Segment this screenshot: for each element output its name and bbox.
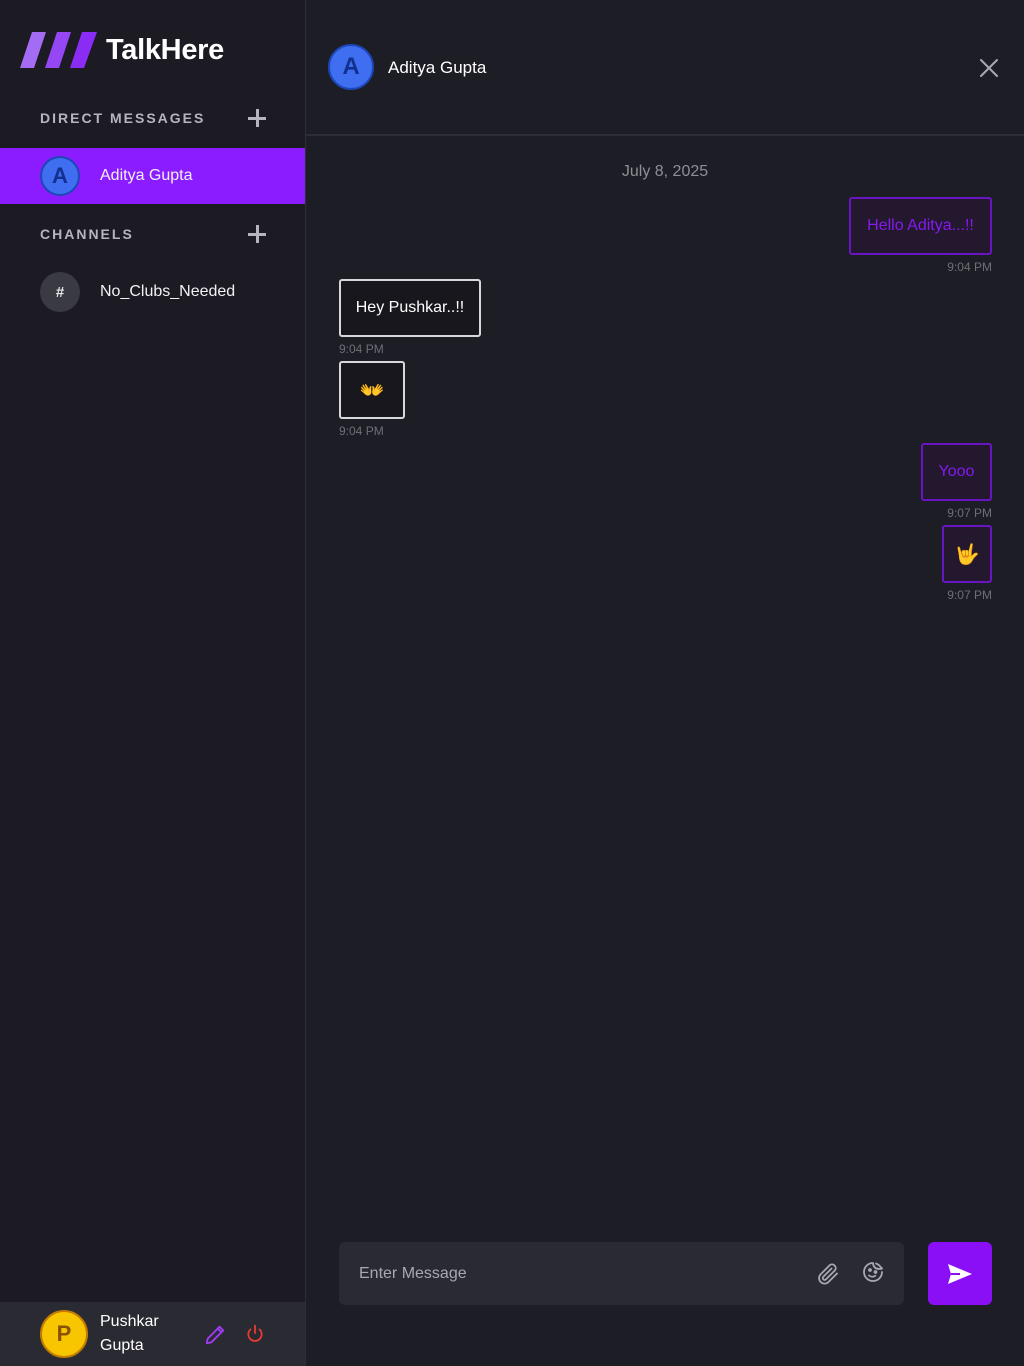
message-time: 9:04 PM: [947, 260, 992, 274]
sticker-icon[interactable]: [861, 1260, 885, 1284]
contact-avatar: A: [40, 156, 80, 196]
message-time: 9:07 PM: [947, 506, 992, 520]
send-icon: [948, 1263, 972, 1284]
sidebar-item-aditya-gupta[interactable]: A Aditya Gupta: [0, 148, 305, 204]
message-time: 9:04 PM: [339, 342, 384, 356]
power-icon[interactable]: [245, 1324, 265, 1344]
user-avatar: P: [40, 1310, 88, 1358]
message-bubble-received: Hey Pushkar..!!: [339, 279, 481, 337]
message-time: 9:04 PM: [339, 424, 384, 438]
channel-hash-icon: #: [40, 272, 80, 312]
message-bubble-sent: Hello Aditya...!!: [849, 197, 992, 255]
message-input[interactable]: [339, 1242, 799, 1305]
chat-contact-name: Aditya Gupta: [388, 58, 487, 77]
date-separator: July 8, 2025: [621, 163, 709, 180]
sidebar-item-no-clubs-needed[interactable]: # No_Clubs_Needed: [0, 264, 305, 320]
send-button[interactable]: [928, 1242, 992, 1305]
add-channel-plus-icon[interactable]: [248, 225, 266, 243]
user-name: Pushkar Gupta: [100, 1313, 159, 1354]
message-bubble-sent: Yooo: [921, 443, 992, 501]
chat-contact-avatar: A: [328, 44, 374, 90]
brand-logo-icon: [20, 32, 97, 68]
message-bubble-received: 👐: [339, 361, 405, 419]
brand: TalkHere: [20, 30, 224, 70]
direct-messages-header: DIRECT MESSAGES: [40, 106, 266, 130]
message-composer: [339, 1242, 904, 1305]
paperclip-icon[interactable]: [816, 1262, 840, 1286]
sidebar-item-label: No_Clubs_Needed: [100, 283, 236, 300]
pencil-icon[interactable]: [204, 1324, 226, 1346]
message-bubble-sent: 🤟: [942, 525, 992, 583]
channels-title: CHANNELS: [40, 226, 134, 242]
channels-header: CHANNELS: [40, 222, 266, 246]
add-direct-message-plus-icon[interactable]: [248, 109, 266, 127]
sidebar: TalkHere DIRECT MESSAGES A Aditya Gupta …: [0, 0, 306, 1366]
direct-messages-title: DIRECT MESSAGES: [40, 110, 206, 126]
app-name: TalkHere: [106, 33, 224, 66]
user-profile-footer: P Pushkar Gupta: [0, 1302, 305, 1366]
sidebar-item-label: Aditya Gupta: [100, 167, 193, 184]
message-time: 9:07 PM: [947, 588, 992, 602]
close-icon[interactable]: [979, 58, 999, 78]
chat-header: A Aditya Gupta: [306, 0, 1024, 136]
